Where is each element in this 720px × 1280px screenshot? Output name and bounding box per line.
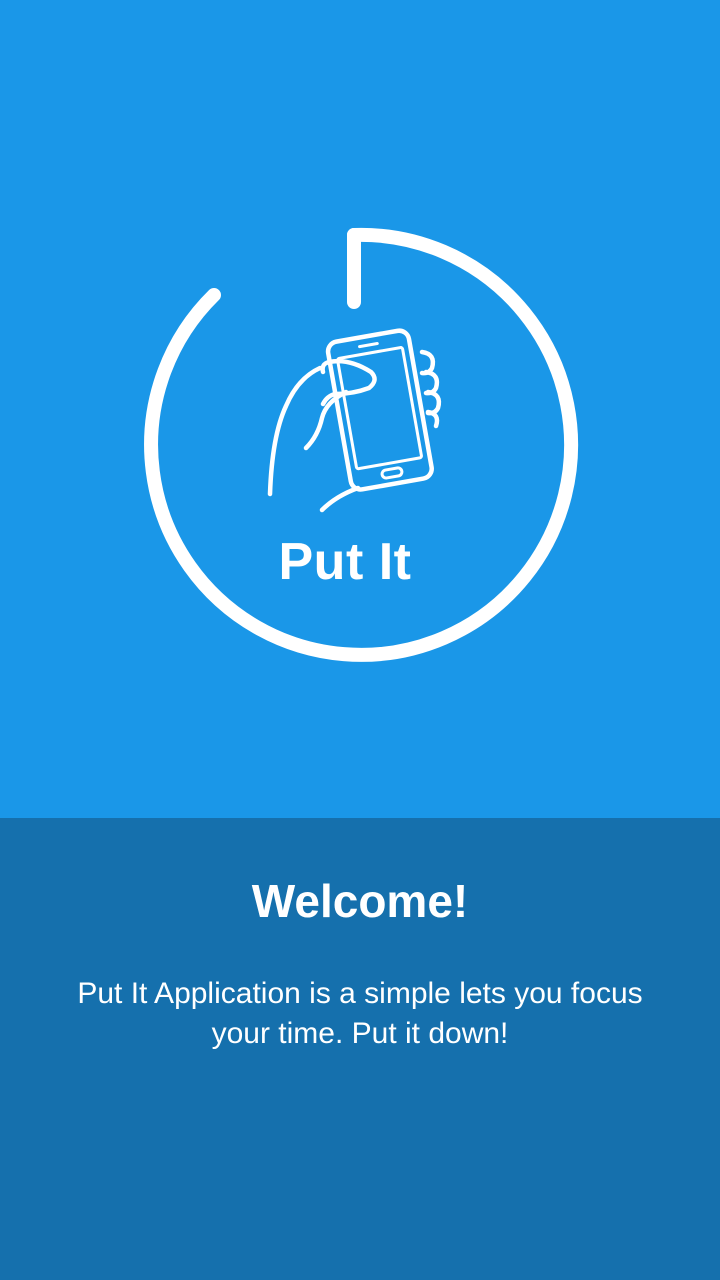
welcome-description: Put It Application is a simple lets you …: [77, 977, 643, 1050]
hand-holding-phone-icon: [267, 328, 442, 513]
hero-section: Put It: [0, 0, 720, 818]
welcome-title: Welcome!: [251, 875, 469, 927]
welcome-panel: Welcome! Put It Application is a simple …: [0, 818, 720, 1280]
welcome-screen: Put It Welcome! Put It Application is a …: [0, 0, 720, 1280]
power-ring-logo: [144, 227, 579, 662]
app-name: Put It: [278, 533, 412, 591]
